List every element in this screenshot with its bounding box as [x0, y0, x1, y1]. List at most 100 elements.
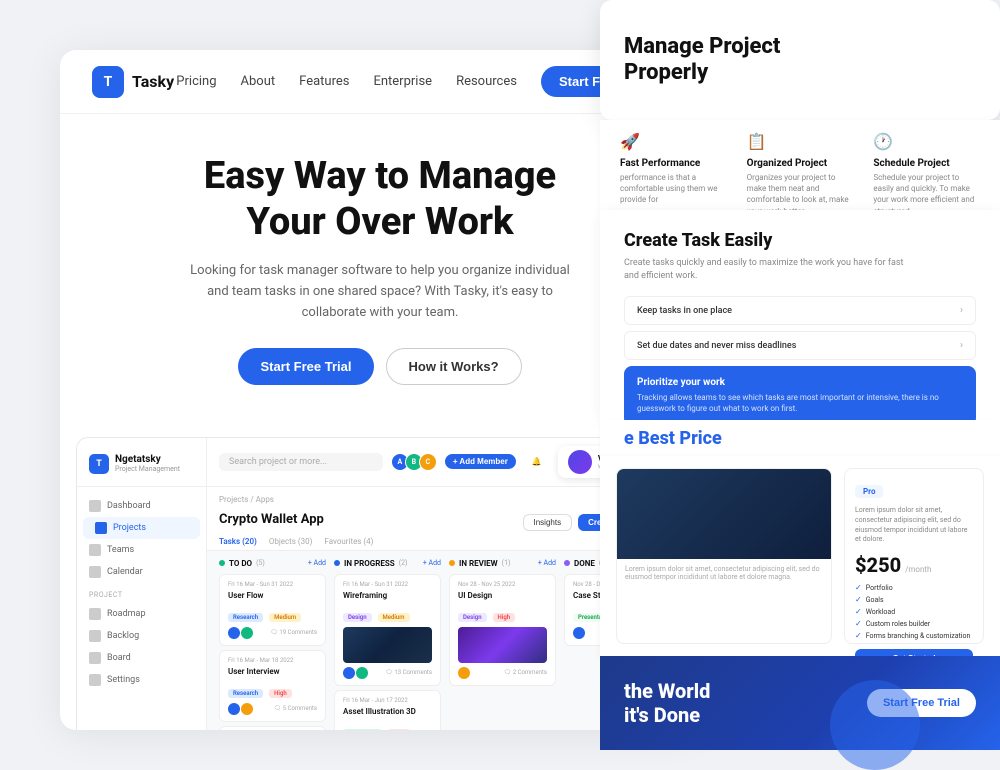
- tag-medium: Medium: [378, 613, 410, 622]
- card-asset-illustration[interactable]: Fri 16 Mar - Jun 17 2022 Asset Illustrat…: [219, 726, 326, 730]
- card-asset-3d[interactable]: Fri 16 Mar - Jun 17 2022 Asset Illustrat…: [334, 690, 441, 730]
- hero-subtitle: Looking for task manager software to hel…: [190, 261, 570, 323]
- db-add-member-button[interactable]: + Add Member: [445, 454, 516, 469]
- db-tab-objects[interactable]: Objects (30): [269, 537, 313, 546]
- card-price-section: Lorem ipsum dolor sit amet, consectetur …: [600, 456, 1000, 656]
- col-count-progress: (2): [399, 559, 408, 567]
- db-logo-name: Ngetatsky: [115, 454, 180, 465]
- task-subtitle: Create tasks quickly and easily to maxim…: [624, 257, 904, 282]
- price-card-image: [617, 469, 831, 559]
- board-icon: [89, 652, 101, 664]
- nav-pricing[interactable]: Pricing: [176, 74, 216, 89]
- col-title-progress: IN PROGRESS: [344, 559, 395, 568]
- hero-buttons: Start Free Trial How it Works?: [120, 348, 640, 385]
- price-amount: $250: [855, 553, 901, 577]
- card-title: User Interview: [228, 667, 317, 676]
- db-nav-calendar[interactable]: Calendar: [77, 561, 206, 583]
- add-task-progress[interactable]: + Add: [423, 559, 441, 567]
- card-user-flow[interactable]: Fri 16 Mar - Sun 31 2022 User Flow Resea…: [219, 574, 326, 646]
- task-accordion-2[interactable]: Set due dates and never miss deadlines ›: [624, 331, 976, 360]
- tag-research: Research: [228, 689, 263, 698]
- col-title-todo: TO DO: [229, 559, 252, 568]
- settings-icon: [89, 674, 101, 686]
- db-nav-roadmap[interactable]: Roadmap: [77, 603, 206, 625]
- db-project-title: Crypto Wallet App: [219, 512, 324, 527]
- db-bell-icon[interactable]: 🔔: [532, 457, 542, 466]
- card-stat: 🗨 2 Comments: [504, 669, 547, 676]
- price-feature: ✓ Forms branching & customization: [855, 631, 973, 640]
- tag-high: High: [493, 613, 516, 622]
- mini-avatar: [228, 627, 240, 639]
- card-manage-project: Manage Project Properly: [600, 0, 1000, 120]
- projects-icon: [95, 522, 107, 534]
- hero-title: Easy Way to Manage Your Over Work: [120, 154, 640, 245]
- db-column-review: IN REVIEW (1) + Add Nov 28 - Nov 25 2022…: [449, 559, 556, 730]
- db-tab-favourites[interactable]: Favourites (4): [324, 537, 373, 546]
- tag-design: Design: [343, 613, 372, 622]
- add-task-review[interactable]: + Add: [538, 559, 556, 567]
- feature-title: Fast Performance: [620, 158, 727, 169]
- dot-yellow: [449, 560, 455, 566]
- card-wireframing[interactable]: Fri 16 Mar - Sun 31 2022 Wireframing Des…: [334, 574, 441, 686]
- dot-purple: [564, 560, 570, 566]
- nav-about[interactable]: About: [241, 74, 276, 89]
- card-date: Fri 16 Mar - Sun 31 2022: [228, 581, 317, 588]
- nav-features[interactable]: Features: [299, 74, 349, 89]
- card-features: 🚀 Fast Performance performance is that a…: [600, 120, 1000, 210]
- price-card-label: Lorem ipsum dolor sit amet, consectetur …: [625, 565, 823, 581]
- nav-links: Pricing About Features Enterprise Resour…: [176, 74, 517, 89]
- check-icon: ✓: [855, 607, 862, 616]
- col-title-done: DONE: [574, 559, 595, 568]
- card-ui-design[interactable]: Nov 28 - Nov 25 2022 UI Design Design Hi…: [449, 574, 556, 686]
- check-icon: ✓: [855, 595, 862, 604]
- logo-text: Tasky: [132, 72, 174, 91]
- db-nav-settings[interactable]: Settings: [77, 669, 206, 691]
- db-nav-backlog[interactable]: Backlog: [77, 625, 206, 647]
- card-create-task: Create Task Easily Create tasks quickly …: [600, 210, 1000, 420]
- db-nav-board[interactable]: Board: [77, 647, 206, 669]
- hero-how-button[interactable]: How it Works?: [386, 348, 522, 385]
- check-icon: ✓: [855, 631, 862, 640]
- col-count-review: (1): [502, 559, 511, 567]
- chevron-icon: ›: [960, 340, 963, 351]
- db-nav-projects[interactable]: Projects: [83, 517, 200, 539]
- db-search-field[interactable]: Search project or more...: [219, 453, 383, 471]
- card-title: Asset Illustration 3D: [343, 707, 432, 716]
- nav-enterprise[interactable]: Enterprise: [373, 74, 432, 89]
- dashboard-icon: [89, 500, 101, 512]
- db-column-inprogress: IN PROGRESS (2) + Add Fri 16 Mar - Sun 3…: [334, 559, 441, 730]
- cta-circle-decoration: [830, 680, 920, 770]
- visago-logo: [568, 450, 592, 474]
- db-nav-teams[interactable]: Teams: [77, 539, 206, 561]
- card-title: Wireframing: [343, 591, 432, 600]
- tag-design: Design: [458, 613, 487, 622]
- manage-title: Manage Project Properly: [624, 34, 976, 87]
- hero-start-button[interactable]: Start Free Trial: [238, 348, 373, 385]
- db-nav-dashboard[interactable]: Dashboard: [77, 495, 206, 517]
- feature-title: Schedule Project: [873, 158, 980, 169]
- grid-icon: 📋: [747, 132, 769, 154]
- col-title-review: IN REVIEW: [459, 559, 498, 568]
- price-features-list: ✓ Portfolio ✓ Goals ✓ Workload ✓ Custom …: [855, 583, 973, 640]
- db-insights-button[interactable]: Insights: [523, 514, 573, 531]
- card-user-interview[interactable]: Fri 16 Mar - Mar 18 2022 User Interview …: [219, 650, 326, 722]
- price-feature: ✓ Goals: [855, 595, 973, 604]
- card-stat: 🗨 5 Comments: [274, 705, 317, 712]
- nav-resources[interactable]: Resources: [456, 74, 517, 89]
- pro-badge: Pro: [855, 485, 883, 498]
- col-count-todo: (5): [256, 559, 265, 567]
- card-date: Fri 16 Mar - Jun 17 2022: [343, 697, 432, 704]
- db-avatar-3: C: [419, 453, 437, 471]
- mini-avatar: [356, 667, 368, 679]
- task-accordion-3[interactable]: Prioritize your work Tracking allows tea…: [624, 366, 976, 425]
- task-accordion-1[interactable]: Keep tasks in one place ›: [624, 296, 976, 325]
- tag-high: High: [269, 689, 292, 698]
- check-icon: ✓: [855, 583, 862, 592]
- mini-avatar: [458, 667, 470, 679]
- card-date: Fri 16 Mar - Sun 31 2022: [343, 581, 432, 588]
- tag-illustration: Illustration: [343, 729, 382, 730]
- db-tab-tasks[interactable]: Tasks (20): [219, 537, 257, 546]
- add-task-todo[interactable]: + Add: [308, 559, 326, 567]
- dot-green: [219, 560, 225, 566]
- price-period: /month: [905, 565, 931, 574]
